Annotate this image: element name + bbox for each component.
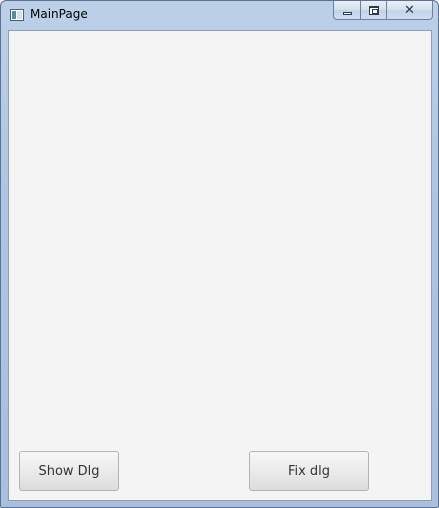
show-dlg-button[interactable]: Show Dlg <box>19 451 119 491</box>
client-area: Show Dlg Fix dlg <box>8 30 432 501</box>
app-icon-part <box>12 11 16 19</box>
window-title: MainPage <box>30 7 88 21</box>
main-window: MainPage ✕ Show Dlg Fix dlg <box>0 0 439 508</box>
app-window-icon[interactable] <box>10 9 24 21</box>
close-icon: ✕ <box>404 2 415 18</box>
maximize-button[interactable] <box>360 1 386 20</box>
app-icon-part <box>17 11 22 19</box>
caption-buttons: ✕ <box>333 1 433 20</box>
minimize-icon <box>343 12 352 15</box>
fix-dlg-button[interactable]: Fix dlg <box>249 451 369 491</box>
minimize-button[interactable] <box>333 1 360 20</box>
title-bar[interactable]: MainPage ✕ <box>1 1 438 29</box>
close-button[interactable]: ✕ <box>386 1 433 20</box>
restore-icon <box>369 6 379 15</box>
